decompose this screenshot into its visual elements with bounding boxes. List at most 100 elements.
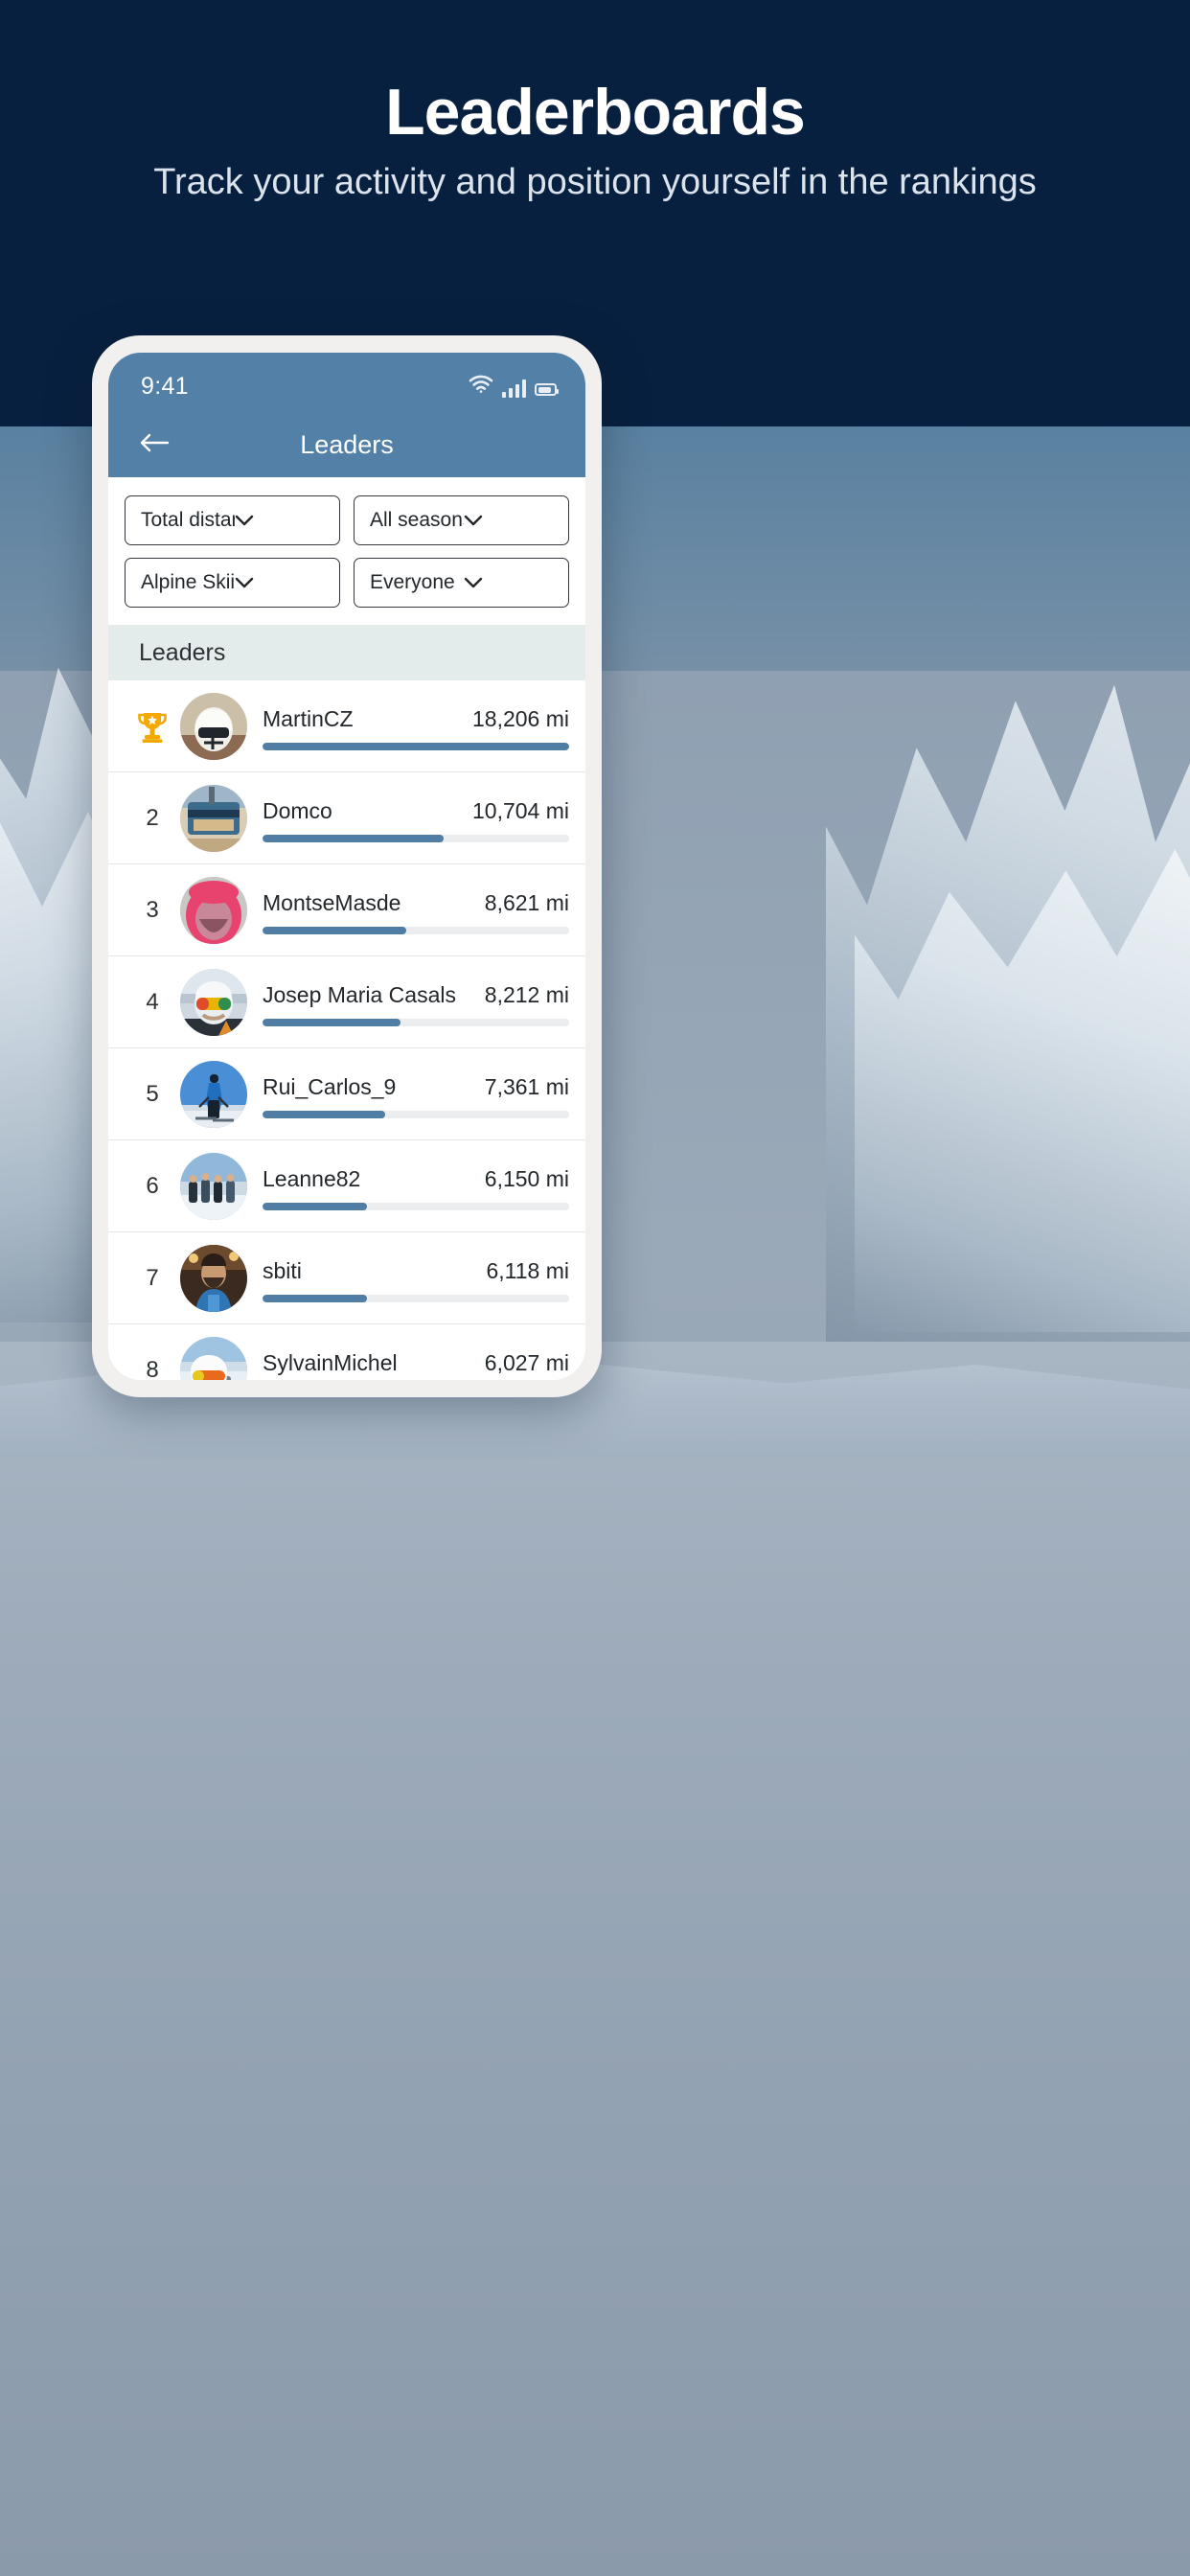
snowfield: [0, 1342, 1190, 2576]
chevron-down-icon: [464, 509, 558, 532]
avatar[interactable]: [180, 1152, 247, 1220]
app-screen: 9:41 Leaders Total dista All seasons Alp…: [108, 353, 585, 1380]
row-main: MontseMasde 8,621 mi: [263, 886, 569, 934]
user-distance: 8,621 mi: [484, 889, 569, 915]
user-distance: 6,118 mi: [486, 1257, 569, 1283]
table-row[interactable]: 4 Josep Maria Casals 8,212 mi: [108, 956, 585, 1048]
progress-fill: [263, 1110, 385, 1118]
user-name: SylvainMichel: [263, 1350, 398, 1375]
page-subtitle: Track your activity and position yoursel…: [153, 162, 1037, 202]
progress-fill: [263, 742, 569, 750]
rank-number: 6: [146, 1172, 159, 1199]
table-row[interactable]: 7 sbiti 6,118 mi: [108, 1232, 585, 1324]
user-distance: 8,212 mi: [484, 981, 569, 1007]
avatar[interactable]: [180, 1060, 247, 1128]
user-name: Rui_Carlos_9: [263, 1073, 397, 1099]
progress-fill: [263, 1018, 400, 1026]
progress-track: [263, 926, 569, 934]
cellular-signal-icon: [501, 380, 526, 398]
filter-panel: Total distance All seasons Alpine Skiing…: [108, 477, 585, 625]
nav-title: Leaders: [300, 429, 394, 459]
progress-fill: [263, 926, 407, 934]
progress-track: [263, 1202, 569, 1210]
avatar[interactable]: [180, 876, 247, 944]
progress-fill: [263, 1294, 367, 1302]
row-main: Rui_Carlos_9 7,361 mi: [263, 1070, 569, 1118]
leaders-section-header: Leaders: [108, 625, 585, 680]
row-main: MartinCZ 18,206 mi: [263, 702, 569, 750]
rank-number: 7: [146, 1264, 159, 1291]
progress-track: [263, 1018, 569, 1026]
rank-cell: 3: [125, 897, 180, 924]
user-name: sbiti: [263, 1257, 302, 1283]
audience-dropdown[interactable]: Everyone: [354, 558, 569, 608]
rank-number: 3: [146, 896, 159, 923]
rank-cell: 6: [125, 1173, 180, 1200]
table-row[interactable]: 5 Rui_Carlos_9 7,361 mi: [108, 1048, 585, 1140]
rank-number: 2: [146, 804, 159, 831]
chevron-down-icon: [235, 571, 329, 594]
rank-cell: 7: [125, 1265, 180, 1292]
season-dropdown[interactable]: All seasons: [354, 495, 569, 545]
table-row[interactable]: 6 Leanne82 6,150 mi: [108, 1140, 585, 1232]
wifi-icon: [469, 375, 493, 398]
table-row[interactable]: 8 SylvainMichel 6,027 mi: [108, 1324, 585, 1380]
metric-dropdown-value: Total distance: [141, 509, 235, 531]
phone-mockup: 9:41 Leaders Total dista All seasons Alp…: [92, 335, 602, 1397]
table-row[interactable]: MartinCZ 18,206 mi: [108, 680, 585, 772]
row-main: SylvainMichel 6,027 mi: [263, 1346, 569, 1380]
user-distance: 6,150 mi: [484, 1165, 569, 1191]
progress-fill: [263, 834, 444, 842]
battery-icon: [535, 383, 559, 396]
progress-track: [263, 1294, 569, 1302]
user-name: Leanne82: [263, 1165, 361, 1191]
user-name: Josep Maria Casals: [263, 981, 456, 1007]
audience-dropdown-value: Everyone: [370, 571, 455, 593]
metric-dropdown[interactable]: Total distance: [125, 495, 340, 545]
status-clock: 9:41: [141, 372, 189, 400]
row-main: sbiti 6,118 mi: [263, 1254, 569, 1302]
table-row[interactable]: 3 MontseMasde 8,621 mi: [108, 864, 585, 956]
avatar[interactable]: [180, 784, 247, 852]
chevron-down-icon: [235, 509, 329, 532]
rank-cell: 5: [125, 1081, 180, 1108]
page-title: Leaderboards: [385, 76, 806, 149]
back-button[interactable]: [133, 424, 175, 466]
row-main: Domco 10,704 mi: [263, 794, 569, 842]
user-distance: 7,361 mi: [484, 1073, 569, 1099]
avatar[interactable]: [180, 968, 247, 1036]
avatar[interactable]: [180, 692, 247, 760]
user-distance: 10,704 mi: [471, 797, 569, 823]
arrow-left-icon: [139, 431, 170, 459]
leaderboard-list[interactable]: MartinCZ 18,206 mi 2 Domco 10,704 mi 3 M…: [108, 680, 585, 1380]
user-distance: 6,027 mi: [484, 1350, 569, 1375]
chevron-down-icon: [464, 571, 558, 594]
user-name: MontseMasde: [263, 889, 401, 915]
rank-number: 8: [146, 1357, 159, 1380]
status-bar: 9:41: [108, 353, 585, 412]
sport-dropdown-value: Alpine Skiing: [141, 571, 235, 593]
table-row[interactable]: 2 Domco 10,704 mi: [108, 772, 585, 864]
rank-cell: 8: [125, 1357, 180, 1380]
rank-cell: [125, 707, 180, 746]
avatar[interactable]: [180, 1244, 247, 1312]
rank-cell: 2: [125, 805, 180, 832]
user-name: Domco: [263, 797, 332, 823]
progress-track: [263, 834, 569, 842]
nav-bar: Leaders: [108, 412, 585, 477]
avatar[interactable]: [180, 1337, 247, 1380]
row-main: Leanne82 6,150 mi: [263, 1162, 569, 1210]
user-distance: 18,206 mi: [471, 705, 569, 731]
rank-number: 5: [146, 1080, 159, 1107]
season-dropdown-value: All seasons: [370, 509, 464, 531]
progress-track: [263, 742, 569, 750]
row-main: Josep Maria Casals 8,212 mi: [263, 978, 569, 1026]
rank-number: 4: [146, 988, 159, 1015]
sport-dropdown[interactable]: Alpine Skiing: [125, 558, 340, 608]
user-name: MartinCZ: [263, 705, 354, 731]
status-icon-group: [469, 375, 559, 398]
rank-cell: 4: [125, 989, 180, 1016]
progress-fill: [263, 1202, 367, 1210]
progress-track: [263, 1110, 569, 1118]
trophy-icon: [133, 707, 172, 746]
